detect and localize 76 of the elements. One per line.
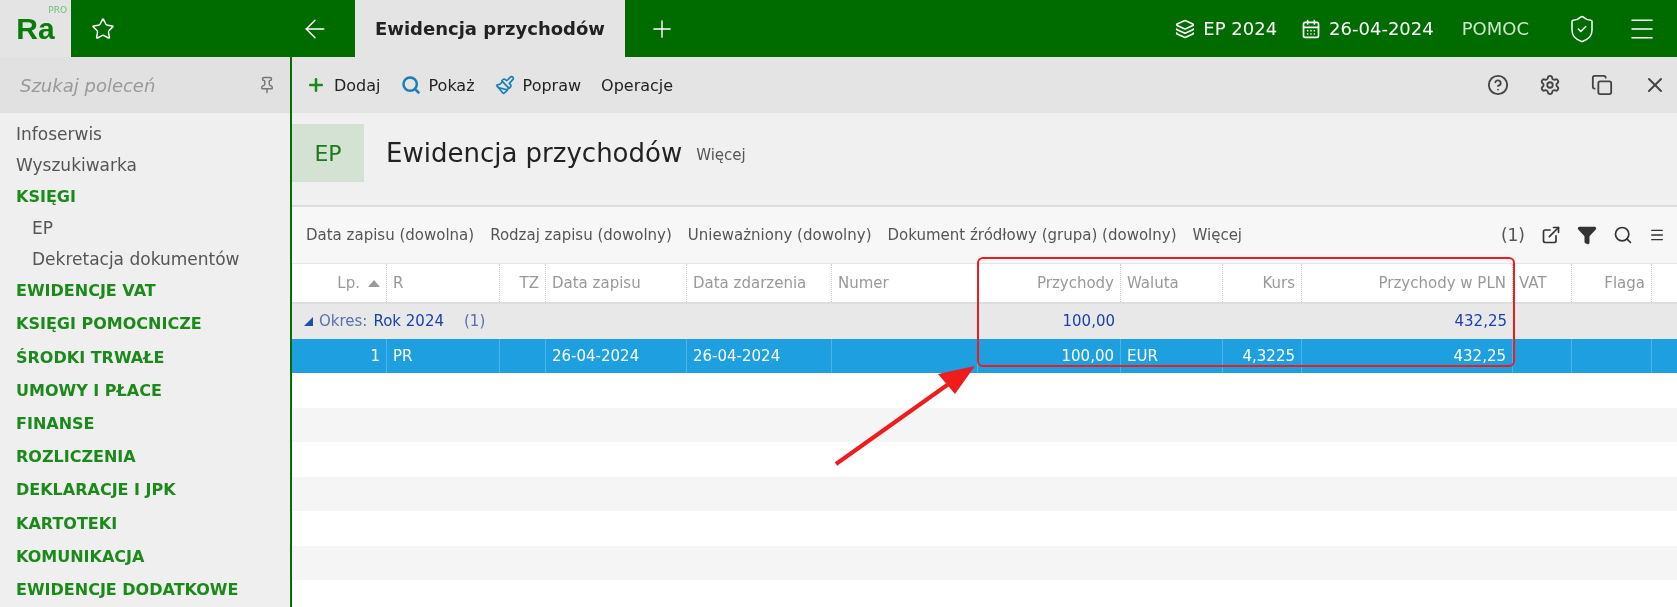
column-header[interactable]: Numer [838,274,889,292]
table-row[interactable]: 1 PR 26-04-2024 26-04-2024 100,00 EUR 4,3225 432,25 [292,338,1677,373]
table-cell: PR [393,346,413,365]
filter-button[interactable]: Rodzaj zapisu (dowolny) [490,226,672,244]
plus-icon [306,75,326,95]
toolbar-button[interactable]: Dodaj [306,75,381,95]
group-count: (1) [464,312,486,331]
sort-arrow-icon [368,279,380,287]
group-value: Rok 2024 [373,312,444,331]
sidebar-item[interactable]: Dekretacja dokumentów [32,243,240,275]
filter-button[interactable]: Więcej [1192,226,1243,244]
export-icon[interactable] [1541,225,1561,245]
table-cell: 26-04-2024 [552,346,640,365]
pin-icon[interactable] [258,76,276,94]
toolbar-button[interactable]: Pokaż [400,75,475,95]
help-link[interactable]: POMOC [1461,18,1529,39]
table-cell: 4,3225 [1242,346,1295,365]
sidebar-section[interactable]: ROZLICZENIA [16,440,136,474]
table-cell: 100,00 [1061,346,1114,365]
toolbar-button[interactable]: Operacje [601,75,674,95]
restore-window-icon[interactable] [1591,74,1613,96]
sidebar-section[interactable]: DEKLARACJE I JPK [16,473,176,507]
column-header[interactable]: TZ [519,274,539,292]
column-header[interactable]: R [393,274,404,292]
year-label[interactable]: EP 2024 [1203,18,1278,39]
column-header[interactable]: Lp. [337,274,360,292]
calendar-icon [1301,18,1322,39]
date-label[interactable]: 26-04-2024 [1329,18,1434,39]
filter-count[interactable]: (1) [1500,225,1525,245]
layers-icon [1175,18,1196,39]
filter-button[interactable]: Dokument źródłowy (grupa) (dowolny) [887,226,1177,244]
group-total: 432,25 [1454,312,1507,331]
column-header[interactable]: Waluta [1127,274,1179,292]
sidebar-item[interactable]: Infoserwis [16,119,102,150]
column-header[interactable]: Przychody [1036,274,1114,292]
sidebar-item[interactable]: Wyszukiwarka [16,149,137,180]
sidebar-section[interactable]: ŚRODKI TRWAŁE [16,340,165,374]
table-cell: EUR [1127,346,1158,365]
sidebar-section[interactable]: EWIDENCJE DODATKOWE [16,572,239,607]
filter-button[interactable]: Unieważniony (dowolny) [687,226,872,244]
sidebar-section[interactable]: UMOWY I PŁACE [16,373,162,407]
help-icon[interactable] [1487,74,1509,96]
search-icon[interactable] [1613,225,1633,245]
module-badge: EP [292,124,364,182]
filter-button[interactable]: Data zapisu (dowolna) [306,226,475,244]
group-label: Okres: [319,312,368,331]
search-icon [400,75,421,95]
table-cell: 432,25 [1453,346,1506,365]
table-cell: 26-04-2024 [693,346,781,365]
more-link[interactable]: Więcej [696,146,746,164]
column-header[interactable]: Flaga [1604,274,1645,292]
toolbar-button[interactable]: Popraw [494,75,582,95]
search-bar[interactable]: Szukaj poleceń [0,57,290,113]
sidebar-item[interactable]: EP [32,213,53,244]
tab[interactable]: Ewidencja przychodów [355,0,625,57]
sidebar-section[interactable]: KARTOTEKI [16,506,118,540]
page-title: Ewidencja przychodów [386,138,683,168]
group-total: 100,00 [1062,312,1115,331]
table-cell: 1 [370,346,380,365]
sidebar-section[interactable]: KSIĘGI POMOCNICZE [16,307,202,341]
search-field[interactable]: Szukaj poleceń [18,73,242,97]
settings-icon[interactable] [1539,74,1561,96]
brush-icon [494,75,515,95]
sidebar-section[interactable]: KSIĘGI [16,180,76,214]
column-header[interactable]: Data zdarzenia [693,274,807,292]
sidebar-section[interactable]: KOMUNIKACJA [16,539,145,573]
column-header[interactable]: Data zapisu [552,274,641,292]
filter-icon[interactable] [1577,225,1597,245]
column-header[interactable]: Kurs [1262,274,1295,292]
menu-icon[interactable] [1649,227,1665,243]
sidebar-section[interactable]: EWIDENCJE VAT [16,274,156,308]
sidebar-section[interactable]: FINANSE [16,406,95,441]
column-header[interactable]: VAT [1519,274,1547,292]
expand-triangle-icon[interactable] [304,316,313,326]
group-row[interactable]: Okres: Rok 2024 (1) 100,00 432,25 [292,304,1677,339]
column-header[interactable]: Przychody w PLN [1378,274,1506,292]
